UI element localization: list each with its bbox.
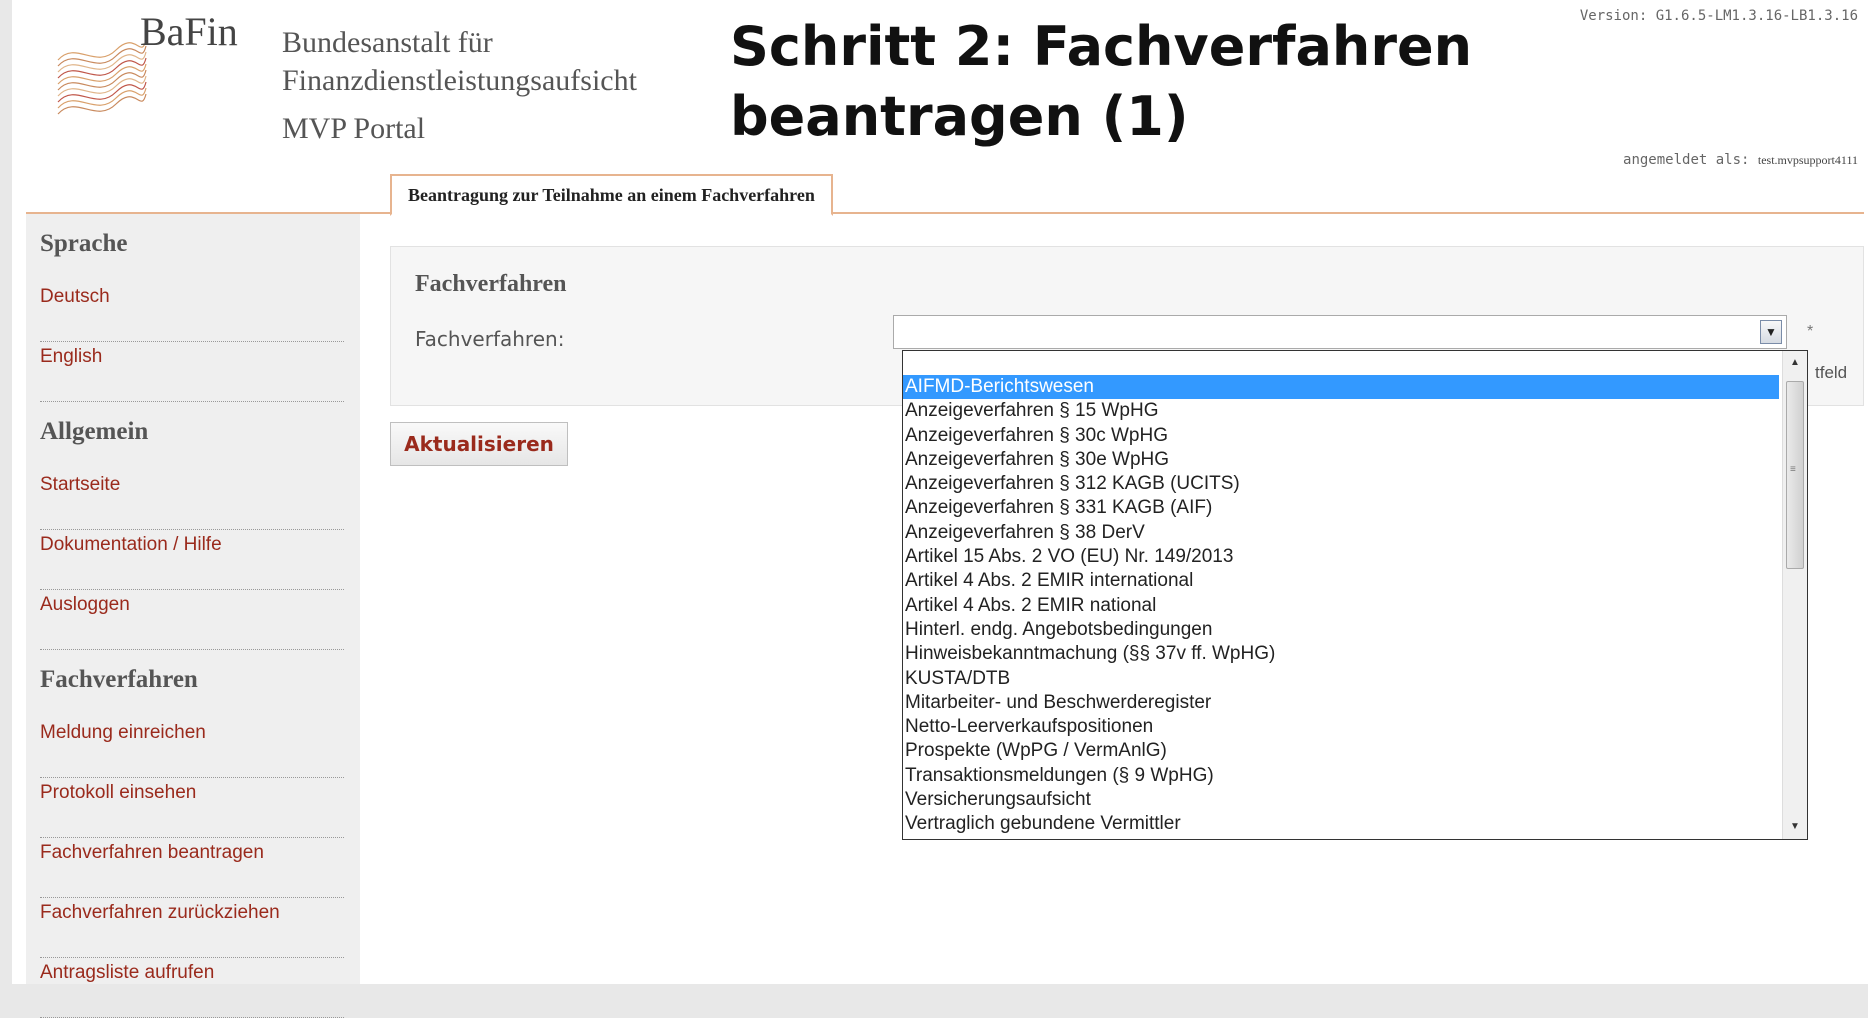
dropdown-scrollbar[interactable]: ▲ ≡ ▼ xyxy=(1782,351,1807,839)
page: BaFin Bundesanstalt für Finanzdienstleis… xyxy=(12,0,1868,1018)
dropdown-option[interactable]: Netto-Leerverkaufspositionen xyxy=(903,715,1779,739)
version-info: Version: G1.6.5-LM1.3.16-LB1.3.16 xyxy=(1579,8,1858,24)
portal-name: MVP Portal xyxy=(282,112,426,145)
scrollbar-thumb[interactable]: ≡ xyxy=(1786,381,1804,569)
scroll-up-icon[interactable]: ▲ xyxy=(1783,351,1807,375)
institution-name: Bundesanstalt für Finanzdienstleistungsa… xyxy=(282,24,637,100)
required-marker: * xyxy=(1807,323,1814,340)
required-hint: tfeld xyxy=(1815,363,1848,382)
tab-beantragung[interactable]: Beantragung zur Teilnahme an einem Fachv… xyxy=(390,174,833,216)
dropdown-option[interactable]: Prospekte (WpPG / VermAnlG) xyxy=(903,739,1779,763)
sidebar-item-ausloggen[interactable]: Ausloggen xyxy=(40,592,344,650)
dropdown-option[interactable]: Artikel 4 Abs. 2 EMIR international xyxy=(903,569,1779,593)
sidebar-item-english[interactable]: English xyxy=(40,344,344,402)
sidebar-item-startseite[interactable]: Startseite xyxy=(40,472,344,530)
institution-line-1: Bundesanstalt für xyxy=(282,26,493,59)
dropdown-option[interactable]: Hinterl. endg. Angebotsbedingungen xyxy=(903,618,1779,642)
sidebar-heading-fachverfahren: Fachverfahren xyxy=(40,666,198,693)
sidebar-heading-sprache: Sprache xyxy=(40,230,128,257)
dropdown-option[interactable]: Anzeigeverfahren § 38 DerV xyxy=(903,521,1779,545)
sidebar-item-fachverfahren-beantragen[interactable]: Fachverfahren beantragen xyxy=(40,840,344,898)
dropdown-option[interactable]: Artikel 4 Abs. 2 EMIR national xyxy=(903,594,1779,618)
chevron-down-icon[interactable]: ▼ xyxy=(1760,320,1782,344)
dropdown-option[interactable]: Artikel 15 Abs. 2 VO (EU) Nr. 149/2013 xyxy=(903,545,1779,569)
logged-in-info: angemeldet als: test.mvpsupport4111 xyxy=(1623,152,1858,168)
grip-icon: ≡ xyxy=(1790,464,1796,475)
bafin-logo xyxy=(57,39,147,115)
fachverfahren-dropdown-list[interactable]: AIFMD-Berichtswesen Anzeigeverfahren § 15… xyxy=(902,350,1808,840)
dropdown-option[interactable]: AIFMD-Berichtswesen xyxy=(903,375,1779,400)
dropdown-option[interactable]: Anzeigeverfahren § 30c WpHG xyxy=(903,424,1779,448)
dropdown-option[interactable]: Transaktionsmeldungen (§ 9 WpHG) xyxy=(903,764,1779,788)
dropdown-option[interactable]: Vertraglich gebundene Vermittler xyxy=(903,812,1779,836)
slide-title-line-1: Schritt 2: Fachverfahren xyxy=(730,15,1473,78)
dropdown-option[interactable]: Anzeigeverfahren § 312 KAGB (UCITS) xyxy=(903,472,1779,496)
dropdown-option[interactable]: KUSTA/DTB xyxy=(903,667,1779,691)
scroll-down-icon[interactable]: ▼ xyxy=(1783,815,1807,839)
slide-title: Schritt 2: Fachverfahren beantragen (1) xyxy=(730,12,1490,152)
sidebar-item-meldung-einreichen[interactable]: Meldung einreichen xyxy=(40,720,344,778)
panel-title: Fachverfahren xyxy=(415,271,567,297)
sidebar-item-dokumentation[interactable]: Dokumentation / Hilfe xyxy=(40,532,344,590)
dropdown-option[interactable]: Mitarbeiter- und Beschwerderegister xyxy=(903,691,1779,715)
sidebar-item-antragsliste[interactable]: Antragsliste aufrufen xyxy=(40,960,344,1018)
logged-in-label: angemeldet als: xyxy=(1623,152,1750,168)
fachverfahren-label: Fachverfahren: xyxy=(415,327,565,351)
dropdown-option[interactable]: Anzeigeverfahren § 331 KAGB (AIF) xyxy=(903,496,1779,520)
slide-title-line-2: beantragen (1) xyxy=(730,85,1189,148)
institution-line-2: Finanzdienstleistungsaufsicht xyxy=(282,64,637,97)
sidebar-item-protokoll-einsehen[interactable]: Protokoll einsehen xyxy=(40,780,344,838)
dropdown-option[interactable]: Anzeigeverfahren § 15 WpHG xyxy=(903,399,1779,423)
brand-name: BaFin xyxy=(140,9,238,54)
dropdown-options: AIFMD-Berichtswesen Anzeigeverfahren § 15… xyxy=(903,375,1779,837)
sidebar-item-fachverfahren-zurueckziehen[interactable]: Fachverfahren zurückziehen xyxy=(40,900,344,958)
fachverfahren-select[interactable]: ▼ xyxy=(893,315,1787,349)
dropdown-option[interactable]: Anzeigeverfahren § 30e WpHG xyxy=(903,448,1779,472)
dropdown-option[interactable]: Hinweisbekanntmachung (§§ 37v ff. WpHG) xyxy=(903,642,1779,666)
sidebar-heading-allgemein: Allgemein xyxy=(40,418,149,445)
dropdown-option[interactable]: Versicherungsaufsicht xyxy=(903,788,1779,812)
sidebar-item-deutsch[interactable]: Deutsch xyxy=(40,284,344,342)
aktualisieren-button[interactable]: Aktualisieren xyxy=(390,422,568,466)
logged-in-user: test.mvpsupport4111 xyxy=(1757,153,1858,167)
sidebar: Sprache Deutsch English Allgemein Starts… xyxy=(26,214,360,1018)
